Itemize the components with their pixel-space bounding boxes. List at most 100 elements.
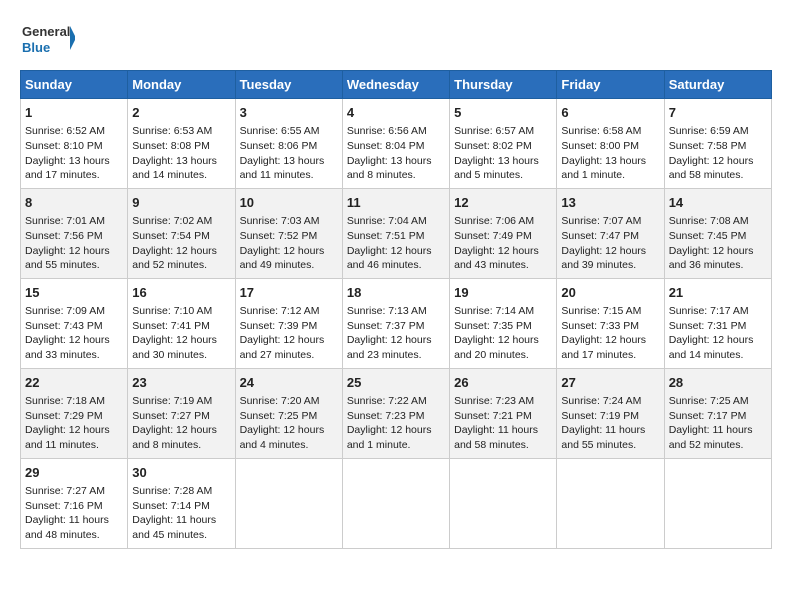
calendar-cell: 3Sunrise: 6:55 AMSunset: 8:06 PMDaylight… xyxy=(235,99,342,189)
day-info: Sunrise: 7:13 AM xyxy=(347,304,445,319)
day-number: 26 xyxy=(454,374,552,392)
day-info: Sunset: 7:21 PM xyxy=(454,409,552,424)
day-number: 15 xyxy=(25,284,123,302)
page-header: General Blue xyxy=(20,20,772,60)
calendar-cell: 19Sunrise: 7:14 AMSunset: 7:35 PMDayligh… xyxy=(450,278,557,368)
col-header-wednesday: Wednesday xyxy=(342,71,449,99)
day-info: Daylight: 12 hours and 20 minutes. xyxy=(454,333,552,362)
day-info: Sunset: 7:37 PM xyxy=(347,319,445,334)
calendar-cell: 13Sunrise: 7:07 AMSunset: 7:47 PMDayligh… xyxy=(557,188,664,278)
logo: General Blue xyxy=(20,20,75,60)
day-info: Sunset: 8:06 PM xyxy=(240,139,338,154)
day-info: Sunrise: 7:24 AM xyxy=(561,394,659,409)
col-header-monday: Monday xyxy=(128,71,235,99)
day-info: Daylight: 12 hours and 4 minutes. xyxy=(240,423,338,452)
day-number: 22 xyxy=(25,374,123,392)
day-info: Daylight: 12 hours and 8 minutes. xyxy=(132,423,230,452)
day-info: Sunrise: 7:14 AM xyxy=(454,304,552,319)
day-info: Daylight: 13 hours and 17 minutes. xyxy=(25,154,123,183)
day-info: Sunrise: 7:04 AM xyxy=(347,214,445,229)
day-info: Sunrise: 7:07 AM xyxy=(561,214,659,229)
day-info: Sunset: 7:58 PM xyxy=(669,139,767,154)
calendar-cell: 22 Sunrise: 7:18 AMSunset: 7:29 PMDayligh… xyxy=(21,368,128,458)
day-number: 9 xyxy=(132,194,230,212)
day-info: Sunset: 7:45 PM xyxy=(669,229,767,244)
calendar-table: SundayMondayTuesdayWednesdayThursdayFrid… xyxy=(20,70,772,549)
day-info: Daylight: 12 hours and 55 minutes. xyxy=(25,244,123,273)
day-info: Sunrise: 7:03 AM xyxy=(240,214,338,229)
day-number: 29 xyxy=(25,464,123,482)
day-info: Sunrise: 7:27 AM xyxy=(25,484,123,499)
calendar-cell xyxy=(342,458,449,548)
calendar-cell: 26Sunrise: 7:23 AMSunset: 7:21 PMDayligh… xyxy=(450,368,557,458)
day-info: Daylight: 12 hours and 46 minutes. xyxy=(347,244,445,273)
calendar-cell: 8Sunrise: 7:01 AMSunset: 7:56 PMDaylight… xyxy=(21,188,128,278)
day-info: Sunrise: 7:18 AM xyxy=(25,394,123,409)
day-info: Sunrise: 7:28 AM xyxy=(132,484,230,499)
day-info: Sunset: 7:19 PM xyxy=(561,409,659,424)
day-info: Sunrise: 6:58 AM xyxy=(561,124,659,139)
col-header-sunday: Sunday xyxy=(21,71,128,99)
week-row: 29Sunrise: 7:27 AMSunset: 7:16 PMDayligh… xyxy=(21,458,772,548)
calendar-cell: 21 Sunrise: 7:17 AMSunset: 7:31 PMDayligh… xyxy=(664,278,771,368)
day-info: Daylight: 12 hours and 43 minutes. xyxy=(454,244,552,273)
day-number: 5 xyxy=(454,104,552,122)
day-info: Sunset: 8:04 PM xyxy=(347,139,445,154)
calendar-cell xyxy=(235,458,342,548)
svg-text:Blue: Blue xyxy=(22,40,50,55)
calendar-cell xyxy=(450,458,557,548)
calendar-cell: 25Sunrise: 7:22 AMSunset: 7:23 PMDayligh… xyxy=(342,368,449,458)
day-info: Daylight: 12 hours and 58 minutes. xyxy=(669,154,767,183)
day-info: Sunset: 7:23 PM xyxy=(347,409,445,424)
day-info: Sunrise: 7:06 AM xyxy=(454,214,552,229)
day-number: 3 xyxy=(240,104,338,122)
calendar-cell xyxy=(557,458,664,548)
day-number: 4 xyxy=(347,104,445,122)
day-info: Sunrise: 7:09 AM xyxy=(25,304,123,319)
day-info: Sunset: 7:29 PM xyxy=(25,409,123,424)
day-info: Sunset: 7:25 PM xyxy=(240,409,338,424)
day-info: Daylight: 12 hours and 52 minutes. xyxy=(132,244,230,273)
day-info: Daylight: 11 hours and 48 minutes. xyxy=(25,513,123,542)
day-info: Sunset: 7:39 PM xyxy=(240,319,338,334)
day-info: Daylight: 12 hours and 11 minutes. xyxy=(25,423,123,452)
day-info: Sunset: 7:14 PM xyxy=(132,499,230,514)
day-info: Daylight: 12 hours and 33 minutes. xyxy=(25,333,123,362)
day-info: Daylight: 13 hours and 8 minutes. xyxy=(347,154,445,183)
day-info: Sunrise: 7:23 AM xyxy=(454,394,552,409)
day-info: Sunset: 7:41 PM xyxy=(132,319,230,334)
day-info: Sunrise: 6:56 AM xyxy=(347,124,445,139)
day-info: Sunrise: 7:22 AM xyxy=(347,394,445,409)
col-header-tuesday: Tuesday xyxy=(235,71,342,99)
week-row: 1Sunrise: 6:52 AMSunset: 8:10 PMDaylight… xyxy=(21,99,772,189)
day-info: Daylight: 13 hours and 14 minutes. xyxy=(132,154,230,183)
col-header-saturday: Saturday xyxy=(664,71,771,99)
day-info: Sunset: 7:33 PM xyxy=(561,319,659,334)
day-info: Sunrise: 7:19 AM xyxy=(132,394,230,409)
calendar-cell: 9 Sunrise: 7:02 AMSunset: 7:54 PMDaylight… xyxy=(128,188,235,278)
calendar-cell: 6Sunrise: 6:58 AMSunset: 8:00 PMDaylight… xyxy=(557,99,664,189)
day-number: 21 xyxy=(669,284,767,302)
day-info: Sunset: 7:31 PM xyxy=(669,319,767,334)
calendar-cell: 12Sunrise: 7:06 AMSunset: 7:49 PMDayligh… xyxy=(450,188,557,278)
day-info: Sunrise: 7:02 AM xyxy=(132,214,230,229)
day-number: 1 xyxy=(25,104,123,122)
day-info: Sunset: 7:43 PM xyxy=(25,319,123,334)
calendar-cell: 10Sunrise: 7:03 AMSunset: 7:52 PMDayligh… xyxy=(235,188,342,278)
day-info: Sunset: 7:47 PM xyxy=(561,229,659,244)
calendar-cell: 15 Sunrise: 7:09 AMSunset: 7:43 PMDayligh… xyxy=(21,278,128,368)
day-info: Daylight: 12 hours and 14 minutes. xyxy=(669,333,767,362)
day-number: 23 xyxy=(132,374,230,392)
day-number: 19 xyxy=(454,284,552,302)
calendar-cell: 27Sunrise: 7:24 AMSunset: 7:19 PMDayligh… xyxy=(557,368,664,458)
day-info: Sunset: 7:54 PM xyxy=(132,229,230,244)
day-info: Sunrise: 7:01 AM xyxy=(25,214,123,229)
week-row: 15Sunrise: 7:09 AMSunset: 7:43 PMDayligh… xyxy=(21,278,772,368)
day-info: Sunrise: 7:17 AM xyxy=(669,304,767,319)
day-number: 8 xyxy=(25,194,123,212)
day-info: Sunset: 8:02 PM xyxy=(454,139,552,154)
col-header-friday: Friday xyxy=(557,71,664,99)
calendar-cell: 24Sunrise: 7:20 AMSunset: 7:25 PMDayligh… xyxy=(235,368,342,458)
day-info: Daylight: 12 hours and 27 minutes. xyxy=(240,333,338,362)
day-info: Daylight: 12 hours and 39 minutes. xyxy=(561,244,659,273)
